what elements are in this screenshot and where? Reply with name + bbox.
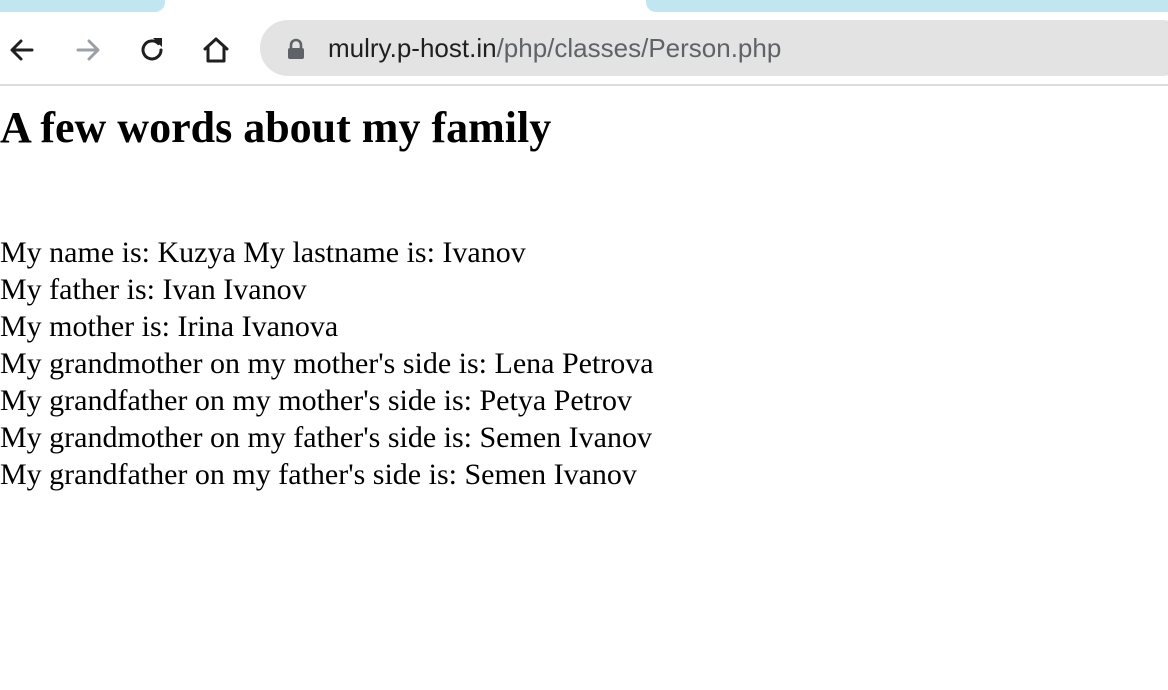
home-icon [203,37,229,63]
line-paternal-grandfather: My grandfather on my father's side is: S… [0,458,637,491]
line-maternal-grandmother: My grandmother on my mother's side is: L… [0,347,654,380]
arrow-right-icon [76,39,100,61]
url-text[interactable]: mulry.p-host.in/php/classes/Person.php [328,20,781,76]
address-bar[interactable]: mulry.p-host.in/php/classes/Person.php [260,20,1168,76]
family-lines: My name is: Kuzya My lastname is: Ivanov… [0,234,654,493]
home-button[interactable] [196,30,236,70]
tab-left[interactable] [0,0,165,12]
line-paternal-grandmother: My grandmother on my father's side is: S… [0,421,652,454]
page-title: A few words about my family [0,103,552,152]
browser-toolbar: mulry.p-host.in/php/classes/Person.php [0,12,1168,86]
arrow-left-icon [10,39,34,61]
line-name: My name is: Kuzya My lastname is: Ivanov [0,236,526,269]
line-maternal-grandfather: My grandfather on my mother's side is: P… [0,384,632,417]
line-mother: My mother is: Irina Ivanova [0,310,339,343]
line-father: My father is: Ivan Ivanov [0,273,307,306]
page-content: A few words about my family My name is: … [0,86,1168,690]
tab-right[interactable] [646,0,1168,12]
reload-icon [141,38,163,61]
reload-button[interactable] [132,30,172,70]
url-host: mulry.p-host.in [328,33,497,63]
back-button[interactable] [2,30,42,70]
forward-button[interactable] [68,30,108,70]
tab-strip [0,0,1168,12]
lock-icon[interactable] [286,38,306,60]
url-path: /php/classes/Person.php [496,33,782,63]
